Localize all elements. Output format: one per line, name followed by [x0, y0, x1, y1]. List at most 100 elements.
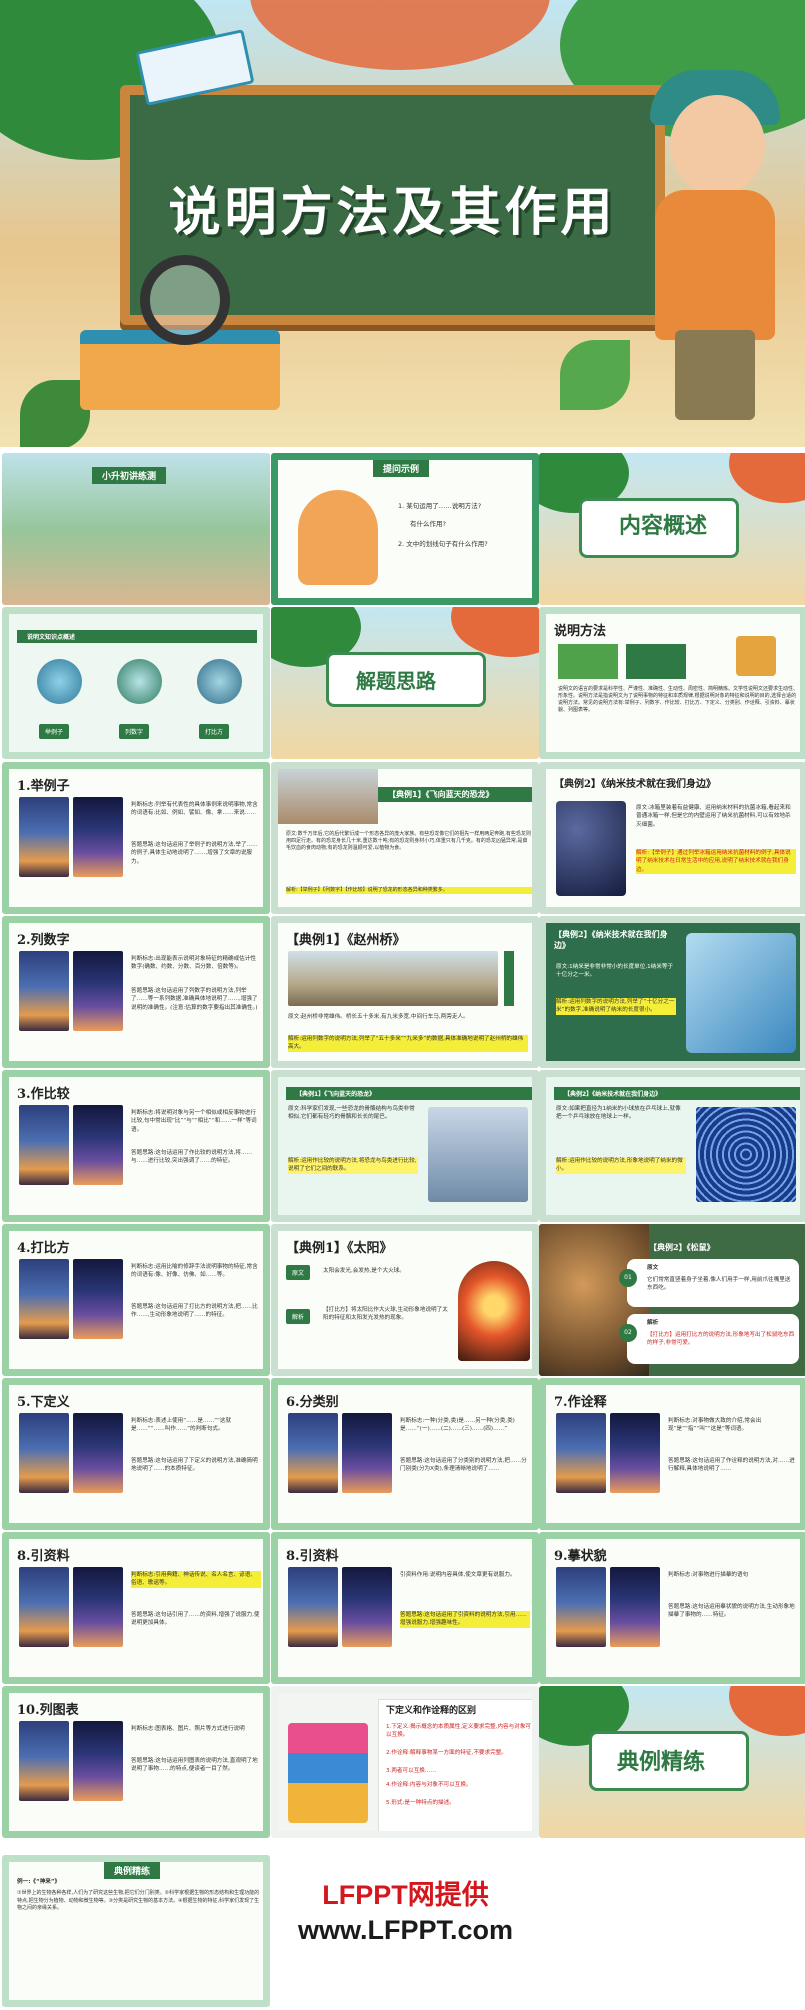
slide-17[interactable]: 【典例1】《太阳》 原文 太阳会发光,会发热,是个大火球。 解析 【打比方】将太…	[271, 1224, 539, 1376]
city-photo	[19, 951, 69, 1031]
analysis-tag: 解析	[286, 1309, 311, 1324]
rule-2: 2.作诠释:解释事物某一方面的特征,不要求完整。	[386, 1750, 507, 1756]
slide-14[interactable]: 【典例1】《飞向蓝天的恐龙》 原文:科学家们发现,一些恐龙的骨骼结构与鸟类非常相…	[271, 1070, 539, 1222]
plant-photo	[626, 644, 686, 679]
slide-title: 9.摹状貌	[554, 1549, 607, 1564]
slide-banner: 典例精练	[104, 1862, 161, 1879]
slide-8[interactable]: 【典例1】《飞向蓝天的恐龙》 原文:数千万年后,它的后代繁衍成一个形态各异的庞大…	[271, 762, 539, 914]
tag-example[interactable]: 举例子	[39, 724, 70, 739]
original-tag: 原文	[286, 1265, 311, 1280]
books-illustration	[736, 636, 776, 676]
slide-24[interactable]: 9.摹状貌 判断标志:对事物进行描摹的语句 答题思路:这句话运用摹状貌的说明方法…	[539, 1532, 805, 1684]
slide-16[interactable]: 4.打比方 判断标志:运用比喻的修辞手法说明事物的特征,常含的词语有:像、好像、…	[2, 1224, 270, 1376]
slide-title: 8.引资料	[17, 1549, 70, 1564]
slide-title: 【典例2】《松鼠》	[649, 1242, 715, 1252]
slide-15[interactable]: 【典例2】《纳米技术就在我们身边》 原文:如果把直径为1纳米的小球放在乒乓球上,…	[539, 1070, 805, 1222]
city-photo	[288, 1413, 338, 1493]
analysis-text: 【打比方】将太阳比作大火球,生动形象地说明了太阳的特征和太阳发光发热的现象。	[323, 1307, 448, 1322]
city-photo	[288, 1567, 338, 1647]
slide-title: 8.引资料	[286, 1549, 339, 1564]
analysis-text: 解析:【举例子】【列数字】【作比较】说明了恐龙的形态各异和种类繁多。	[286, 887, 532, 894]
city-photo	[19, 1259, 69, 1339]
slide-28[interactable]: 典例精练 例一:《“神来”》 ①世界上的生物各种各样,人们为了研究这些生物,把它…	[2, 1855, 270, 2007]
slide-10[interactable]: 2.列数字 判断标志:出现能表示说明对象特征的精确或估计性数字(确数、约数、分数…	[2, 916, 270, 1068]
slide-7[interactable]: 1.举例子 判断标志:列举有代表性的具体事例来说明事物,常含的词语有:比如、例如…	[2, 762, 270, 914]
slide-25[interactable]: 10.列图表 判断标志:图表格、图片、照片等方式进行说明 答题思路:这句话运用列…	[2, 1686, 270, 1838]
answer-text: 答题思路:这句话运用了作诠释的说明方法,对……进行解释,具体地说明了……	[668, 1458, 795, 1473]
original-text: 太阳会发光,会发热,是个大火球。	[323, 1268, 405, 1274]
answer-text: 答题思路:这句话运用了分类别的说明方法,把……分门别类(分为X类),条理清晰地说…	[400, 1458, 527, 1473]
nanotube-photo	[696, 1107, 796, 1202]
tag-numbers[interactable]: 列数字	[119, 724, 150, 739]
identify-text: 判断标志:引用典籍、神话传说、名人名言、谚语、俗语、歌谣等。	[131, 1571, 261, 1588]
pterosaur-photo	[428, 1107, 528, 1202]
tree-canopy	[451, 607, 539, 657]
question-1: 1. 某句运用了……说明方法?	[398, 502, 482, 510]
plant-photo	[558, 644, 618, 679]
boy-legs	[675, 330, 755, 420]
slide-26[interactable]: 下定义和作诠释的区别 1.下定义:揭示概念的本质属性,定义要求完整,内容与对象可…	[271, 1686, 539, 1838]
slide-1[interactable]: 小升初讲练测	[2, 453, 270, 605]
answer-text: 答题思路:这句话运用了打比方的说明方法,把……比作……,生动形象地说明了……的特…	[131, 1304, 258, 1319]
rule-4: 4.作诠释:内容与对象不可以互换。	[386, 1782, 472, 1788]
slide-21[interactable]: 7.作诠释 判断标志:对事物做大致的介绍,常会出现“是”“指”“叫”“这是”等词…	[539, 1378, 805, 1530]
question-2: 2. 文中的划线句子有什么作用?	[398, 540, 488, 548]
slide-12[interactable]: 【典例2】《纳米技术就在我们身边》 原文:1纳米是非常非常小的长度单位,1纳米等…	[539, 916, 805, 1068]
section-title: 解题思路	[356, 669, 436, 693]
slide-title: 7.作诠释	[554, 1395, 607, 1410]
slide-banner: 【典例2】《纳米技术就在我们身边》	[554, 1087, 800, 1100]
nano-photo	[556, 801, 626, 896]
identify-text: 判断标志:表述上使用“……是……”“这就是……”“……叫作……”的判断句式。	[131, 1418, 232, 1433]
slide-4[interactable]: 说明文知识点概述 举例子 列数字 打比方	[2, 607, 270, 759]
slide-title: 【典例1】《太阳》	[286, 1241, 393, 1256]
tree-canopy	[729, 453, 805, 503]
slide-5[interactable]: 解题思路	[271, 607, 539, 759]
identify-text: 判断标志:列举有代表性的具体事例来说明事物,常含的词语有:比如、例如、譬如、像、…	[131, 802, 258, 817]
analysis-text: 解析:运用作比较的说明方法,将恐龙与鸟类进行比较,说明了它们之间的联系。	[288, 1157, 418, 1174]
slide-2[interactable]: 提问示例 1. 某句运用了……说明方法? 有什么作用? 2. 文中的划线句子有什…	[271, 453, 539, 605]
badge-01: 01	[619, 1269, 637, 1287]
cover-slide[interactable]: 说明方法及其作用	[0, 0, 805, 447]
city-photo	[19, 1721, 69, 1801]
answer-text: 答题思路:这句话运用了举例子的说明方法,举了……的例子,具体生动地说明了……,增…	[131, 842, 258, 865]
slide-22[interactable]: 8.引资料 判断标志:引用典籍、神话传说、名人名言、谚语、俗语、歌谣等。 答题思…	[2, 1532, 270, 1684]
tag-metaphor[interactable]: 打比方	[199, 724, 230, 739]
website-link[interactable]: www.LFPPT.com	[273, 1915, 538, 1946]
identify-text: 判断标志:对事物做大致的介绍,常会出现“是”“指”“叫”“这是”等词语。	[668, 1418, 762, 1433]
answer-text: 答题思路:这句话运用了列数字的说明方法,列举了……等一系列数据,准确具体地说明了…	[131, 988, 258, 1011]
example-label: 例一:《“神来”》	[17, 1879, 61, 1885]
slide-banner: 说明文知识点概述	[17, 630, 257, 643]
slide-3[interactable]: 内容概述	[539, 453, 805, 605]
slide-banner: 【典例1】《飞向蓝天的恐龙》	[286, 1087, 532, 1100]
slide-9[interactable]: 【典例2】《纳米技术就在我们身边》 原文:冰箱里装着有益健康、运用纳米材料的抗菌…	[539, 762, 805, 914]
slide-title: 10.列图表	[17, 1703, 79, 1718]
slide-23[interactable]: 8.引资料 引资料作用:说明内容具体,使文章更有说服力。 答题思路:这句话运用了…	[271, 1532, 539, 1684]
city-photo	[73, 951, 123, 1031]
slide-20[interactable]: 6.分类别 判断标志:一种(分类,类)是……另一种(分类,类)是……“(一)………	[271, 1378, 539, 1530]
slide-27[interactable]: 典例精练	[539, 1686, 805, 1838]
note-text-1: 它们常常直竖着身子坐着,像人们用手一样,用前爪往嘴里送东西吃。	[647, 1277, 791, 1292]
identify-text: 判断标志:将说明对象与另一个相似或相反事物进行比较,句中常出现“比”“与”“相比…	[131, 1110, 257, 1133]
slide-13[interactable]: 3.作比较 判断标志:将说明对象与另一个相似或相反事物进行比较,句中常出现“比”…	[2, 1070, 270, 1222]
slide-6[interactable]: 说明方法 说明文的语言的要求是科学性、严谨性、准确性、生动性、周密性、简明精炼。…	[539, 607, 805, 759]
slide-18[interactable]: 【典例2】《松鼠》 01 原文 它们常常直竖着身子坐着,像人们用手一样,用前爪往…	[539, 1224, 805, 1376]
answer-text: 答题思路:这句话运用了下定义的说明方法,准确简明地说明了……的本质特征。	[131, 1458, 258, 1473]
tree-canopy	[729, 1686, 805, 1736]
slide-title: 【典例2】《纳米技术就在我们身边》	[554, 929, 668, 950]
cover-title: 说明方法及其作用	[168, 183, 617, 243]
slide-title: 5.下定义	[17, 1395, 70, 1410]
slide-19[interactable]: 5.下定义 判断标志:表述上使用“……是……”“这就是……”“……叫作……”的判…	[2, 1378, 270, 1530]
accent-bar	[504, 951, 514, 1006]
city-photo	[19, 797, 69, 877]
example-body: ①世界上的生物各种各样,人们为了研究这些生物,把它们分门别类。②科学家根据生物的…	[17, 1890, 260, 1911]
city-photo	[19, 1567, 69, 1647]
leaf-decoration	[560, 340, 630, 410]
question-1b: 有什么作用?	[410, 520, 446, 528]
magnifier-icon	[140, 255, 230, 345]
slide-banner: 小升初讲练测	[92, 467, 167, 484]
slide-title: 6.分类别	[286, 1395, 339, 1410]
city-photo	[73, 1105, 123, 1185]
slide-11[interactable]: 【典例1】《赵州桥》 原文:赵州桥非常雄伟。桥长五十多米,有九米多宽,中间行车马…	[271, 916, 539, 1068]
note-tag-1: 原文	[647, 1265, 659, 1271]
city-photo	[342, 1567, 392, 1647]
